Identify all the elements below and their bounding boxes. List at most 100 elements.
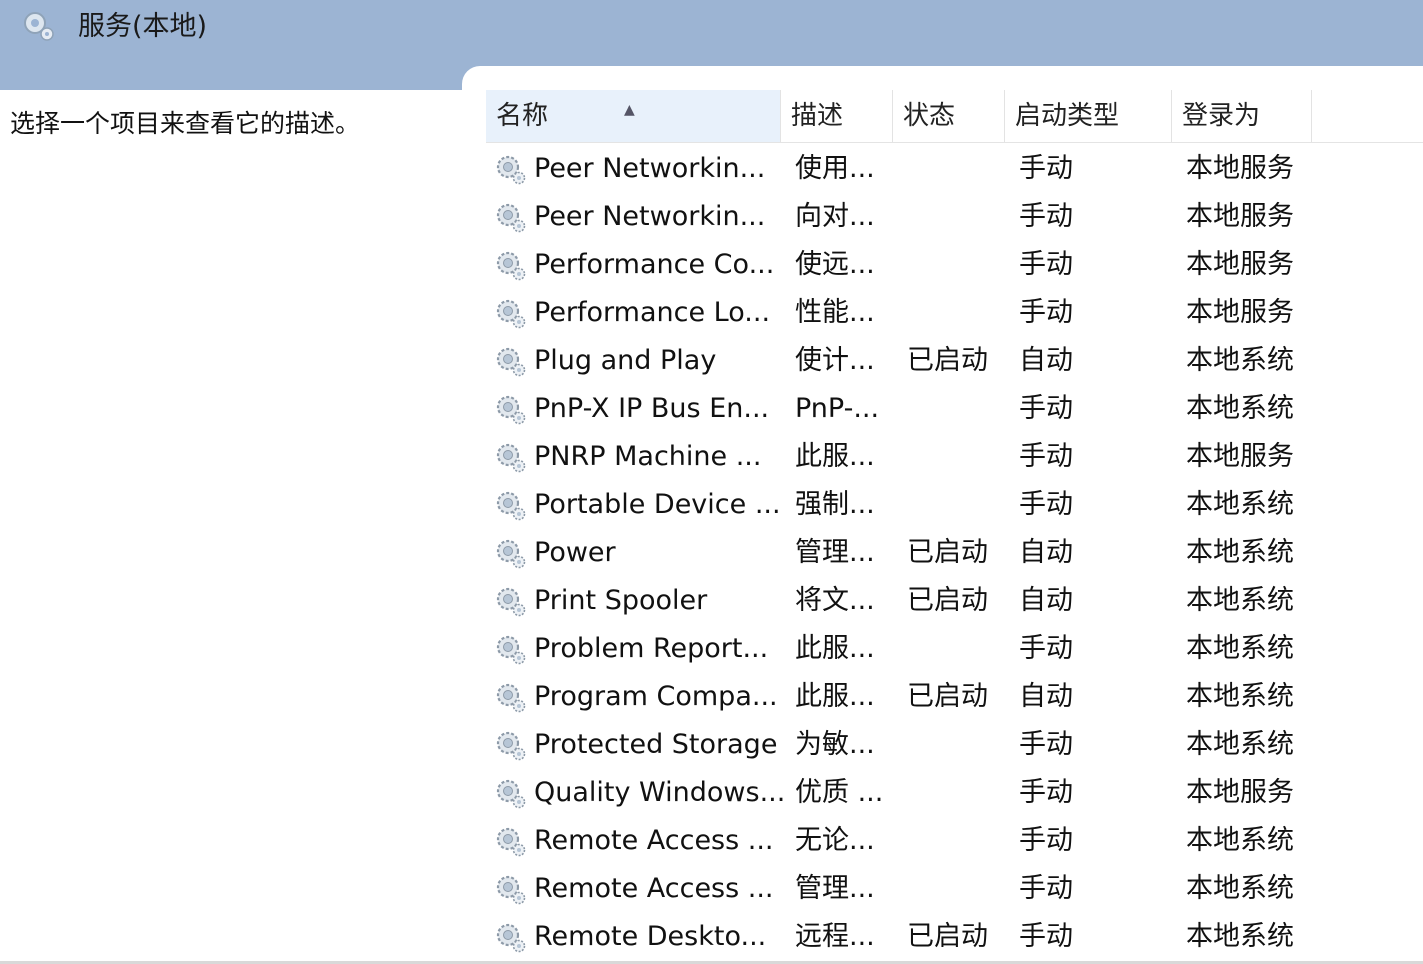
cell-name: Portable Device ... (534, 489, 781, 520)
cell-name: Power (534, 537, 616, 568)
table-row[interactable]: Program Compa... 此服... 已启动 自动 本地系统 (486, 673, 1423, 721)
column-header-label: 登录为 (1182, 101, 1261, 131)
cell-startup: 手动 (1019, 777, 1073, 808)
table-row[interactable]: PNRP Machine ... 此服... 手动 本地服务 (486, 433, 1423, 481)
table-row[interactable]: Problem Report... 此服... 手动 本地系统 (486, 625, 1423, 673)
column-header-label: 名称 (496, 101, 549, 131)
cell-name: Performance Lo... (534, 297, 771, 328)
table-row[interactable]: Protected Storage 为敏... 手动 本地系统 (486, 721, 1423, 769)
cell-startup: 手动 (1019, 873, 1073, 904)
cell-logon: 本地系统 (1186, 729, 1294, 760)
column-header-startup-type[interactable]: 启动类型 (1005, 90, 1172, 142)
table-row[interactable]: Portable Device ... 强制... 手动 本地系统 (486, 481, 1423, 529)
cell-desc: 此服... (795, 681, 875, 712)
cell-name: Print Spooler (534, 585, 708, 616)
cell-desc: 优质 ... (795, 777, 884, 808)
cell-logon: 本地系统 (1186, 585, 1294, 616)
cell-startup: 手动 (1019, 489, 1073, 520)
cell-logon: 本地系统 (1186, 537, 1294, 568)
cell-startup: 手动 (1019, 825, 1073, 856)
cell-status: 已启动 (907, 537, 988, 568)
cell-name: Peer Networkin... (534, 153, 766, 184)
cell-name: PnP-X IP Bus En... (534, 393, 770, 424)
cell-logon: 本地服务 (1186, 441, 1294, 472)
service-gear-icon (494, 297, 528, 331)
table-row[interactable]: Print Spooler 将文... 已启动 自动 本地系统 (486, 577, 1423, 625)
table-row[interactable]: Performance Lo... 性能... 手动 本地服务 (486, 289, 1423, 337)
cell-status: 已启动 (907, 681, 988, 712)
service-gear-icon (494, 345, 528, 379)
cell-desc: 管理... (795, 537, 875, 568)
table-row[interactable]: Power 管理... 已启动 自动 本地系统 (486, 529, 1423, 577)
table-row[interactable]: PnP-X IP Bus En... PnP-... 手动 本地系统 (486, 385, 1423, 433)
cell-startup: 自动 (1019, 585, 1073, 616)
cell-startup: 自动 (1019, 681, 1073, 712)
service-gear-icon (494, 873, 528, 907)
cell-desc: 为敏... (795, 729, 875, 760)
cell-name: Remote Access ... (534, 873, 774, 904)
table-row[interactable]: Remote Access ... 管理... 手动 本地系统 (486, 865, 1423, 913)
sort-ascending-icon: ▲ (624, 102, 635, 118)
cell-name: Performance Co... (534, 249, 775, 280)
page-title: 服务(本地) (78, 11, 208, 42)
cell-startup: 自动 (1019, 537, 1073, 568)
service-gear-icon (494, 441, 528, 475)
cell-startup: 手动 (1019, 249, 1073, 280)
cell-desc: 远程... (795, 921, 875, 952)
cell-name: Peer Networkin... (534, 201, 766, 232)
cell-startup: 手动 (1019, 297, 1073, 328)
table-row[interactable]: Performance Co... 使远... 手动 本地服务 (486, 241, 1423, 289)
column-header-label: 状态 (903, 101, 956, 131)
table-row[interactable]: Peer Networkin... 使用... 手动 本地服务 (486, 145, 1423, 193)
column-header-logon-as[interactable]: 登录为 (1172, 90, 1312, 142)
cell-startup: 手动 (1019, 441, 1073, 472)
cell-desc: 管理... (795, 873, 875, 904)
cell-logon: 本地系统 (1186, 921, 1294, 952)
cell-desc: PnP-... (795, 393, 880, 424)
cell-name: Protected Storage (534, 729, 778, 760)
cell-logon: 本地系统 (1186, 873, 1294, 904)
cell-startup: 自动 (1019, 345, 1073, 376)
cell-name: Quality Windows... (534, 777, 786, 808)
service-gear-icon (494, 249, 528, 283)
service-gear-icon (494, 153, 528, 187)
cell-name: PNRP Machine ... (534, 441, 762, 472)
cell-desc: 使计... (795, 345, 875, 376)
cell-desc: 此服... (795, 441, 875, 472)
column-header-description[interactable]: 描述 (781, 90, 893, 142)
cell-desc: 强制... (795, 489, 875, 520)
service-gear-icon (494, 489, 528, 523)
cell-logon: 本地服务 (1186, 249, 1294, 280)
cell-desc: 此服... (795, 633, 875, 664)
cell-logon: 本地服务 (1186, 297, 1294, 328)
column-header-status[interactable]: 状态 (893, 90, 1005, 142)
table-row[interactable]: Peer Networkin... 向对... 手动 本地服务 (486, 193, 1423, 241)
cell-desc: 无论... (795, 825, 875, 856)
cell-startup: 手动 (1019, 153, 1073, 184)
cell-logon: 本地系统 (1186, 681, 1294, 712)
column-header-name[interactable]: ▲ 名称 (486, 90, 781, 142)
table-header: ▲ 名称 描述 状态 启动类型 登录为 (486, 90, 1423, 143)
cell-startup: 手动 (1019, 921, 1073, 952)
table-row[interactable]: Plug and Play 使计... 已启动 自动 本地系统 (486, 337, 1423, 385)
cell-startup: 手动 (1019, 393, 1073, 424)
cell-status: 已启动 (907, 345, 988, 376)
service-gear-icon (494, 729, 528, 763)
table-row[interactable]: Remote Access ... 无论... 手动 本地系统 (486, 817, 1423, 865)
cell-logon: 本地系统 (1186, 345, 1294, 376)
cell-desc: 使远... (795, 249, 875, 280)
table-row[interactable]: Remote Deskto... 远程... 已启动 手动 本地系统 (486, 913, 1423, 961)
cell-logon: 本地服务 (1186, 201, 1294, 232)
cell-logon: 本地系统 (1186, 825, 1294, 856)
cell-name: Program Compa... (534, 681, 778, 712)
service-gear-icon (494, 393, 528, 427)
column-header-label: 启动类型 (1015, 101, 1120, 131)
service-gear-icon (494, 825, 528, 859)
table-row[interactable]: Quality Windows... 优质 ... 手动 本地服务 (486, 769, 1423, 817)
cell-logon: 本地服务 (1186, 153, 1294, 184)
service-gear-icon (494, 921, 528, 955)
cell-status: 已启动 (907, 921, 988, 952)
service-gear-icon (494, 585, 528, 619)
column-header-label: 描述 (791, 101, 844, 131)
cell-name: Remote Deskto... (534, 921, 767, 952)
